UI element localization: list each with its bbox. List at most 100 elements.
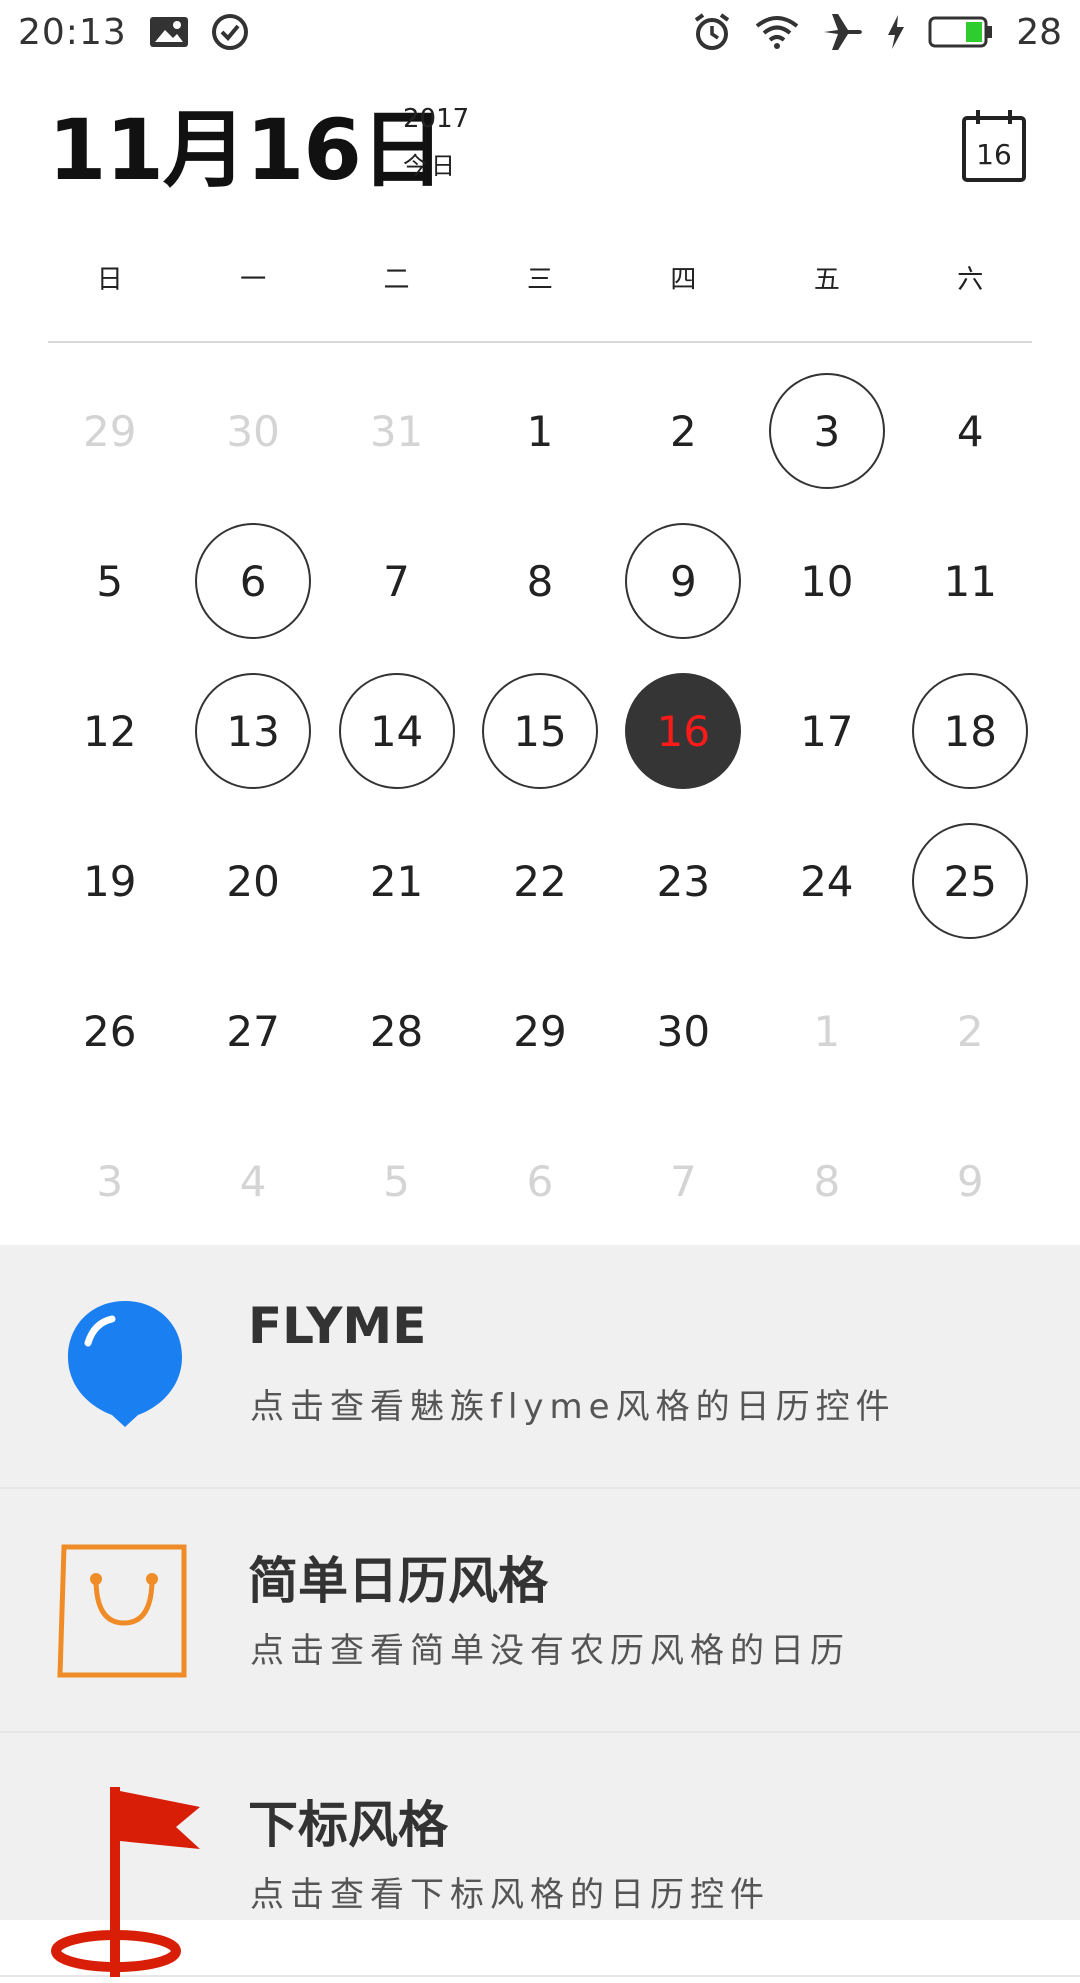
list-item-subtitle: 点击查看魅族flyme风格的日历控件 xyxy=(250,1387,896,1427)
image-notification-icon xyxy=(149,16,189,48)
day-cell[interactable]: 26 xyxy=(38,956,181,1106)
day-cell[interactable]: 25 xyxy=(899,806,1042,956)
day-cell[interactable]: 3 xyxy=(38,1106,181,1256)
day-number: 27 xyxy=(226,1006,280,1056)
week-row: 26 27 28 29 30 1 2 xyxy=(38,956,1042,1106)
calendar-icon-day: 16 xyxy=(976,138,1012,171)
day-cell[interactable]: 27 xyxy=(181,956,324,1106)
battery-percent: 28 xyxy=(1016,11,1062,53)
day-number: 3 xyxy=(96,1156,124,1206)
list-item-flyme[interactable]: FLYME 点击查看魅族flyme风格的日历控件 xyxy=(0,1245,1080,1489)
day-cell[interactable]: 31 xyxy=(325,356,468,506)
day-number: 8 xyxy=(813,1156,841,1206)
day-number: 4 xyxy=(239,1156,267,1206)
check-circle-icon xyxy=(211,13,249,51)
day-cell[interactable]: 1 xyxy=(755,956,898,1106)
shopping-bag-icon xyxy=(50,1535,200,1685)
day-cell[interactable]: 2 xyxy=(612,356,755,506)
wifi-icon xyxy=(754,14,800,50)
day-number: 3 xyxy=(768,373,885,489)
weekday-fri: 五 xyxy=(813,265,840,295)
day-cell[interactable]: 24 xyxy=(755,806,898,956)
day-number: 29 xyxy=(82,406,137,456)
list-item-title: FLYME xyxy=(248,1297,427,1355)
day-number: 1 xyxy=(526,406,554,456)
list-item-subtitle: 点击查看简单没有农历风格的日历 xyxy=(250,1631,850,1671)
calendar-icon: 16 xyxy=(962,110,1026,182)
week-row: 5 6 7 8 9 10 11 xyxy=(38,506,1042,656)
blue-balloon-icon xyxy=(50,1291,200,1441)
day-cell[interactable]: 4 xyxy=(181,1106,324,1256)
red-flag-icon xyxy=(50,1779,200,1977)
day-number: 8 xyxy=(526,556,554,606)
weekday-sat: 六 xyxy=(957,265,984,295)
day-cell[interactable]: 22 xyxy=(468,806,611,956)
day-cell[interactable]: 8 xyxy=(468,506,611,656)
airplane-icon xyxy=(822,12,864,52)
style-list: FLYME 点击查看魅族flyme风格的日历控件 简单日历风格 点击查看简单没有… xyxy=(0,1245,1080,1977)
list-item-title: 简单日历风格 xyxy=(248,1552,548,1610)
day-cell[interactable]: 2 xyxy=(899,956,1042,1106)
list-item-subscript[interactable]: 下标风格 点击查看下标风格的日历控件 xyxy=(0,1733,1080,1977)
day-cell[interactable]: 30 xyxy=(612,956,755,1106)
day-number: 10 xyxy=(800,556,854,606)
week-row: 29 30 31 1 2 3 4 xyxy=(38,356,1042,506)
go-to-today-button[interactable]: 16 xyxy=(958,108,1030,184)
day-cell[interactable]: 14 xyxy=(325,656,468,806)
day-cell[interactable]: 5 xyxy=(325,1106,468,1256)
today-day-number: 16 xyxy=(625,673,742,789)
week-row: 12 13 14 15 16 17 18 xyxy=(38,656,1042,806)
day-cell[interactable]: 20 xyxy=(181,806,324,956)
day-number: 9 xyxy=(956,1156,984,1206)
day-cell[interactable]: 17 xyxy=(755,656,898,806)
day-cell[interactable]: 18 xyxy=(899,656,1042,806)
day-cell[interactable]: 6 xyxy=(181,506,324,656)
day-number: 18 xyxy=(912,673,1029,789)
day-cell[interactable]: 4 xyxy=(899,356,1042,506)
day-cell[interactable]: 16 xyxy=(612,656,755,806)
day-cell[interactable]: 3 xyxy=(755,356,898,506)
day-cell[interactable]: 1 xyxy=(468,356,611,506)
day-number: 2 xyxy=(670,406,697,456)
day-cell[interactable]: 19 xyxy=(38,806,181,956)
day-cell[interactable]: 7 xyxy=(325,506,468,656)
day-cell[interactable]: 23 xyxy=(612,806,755,956)
day-cell[interactable]: 8 xyxy=(755,1106,898,1256)
day-number: 6 xyxy=(195,523,312,639)
list-item-title: 下标风格 xyxy=(248,1796,448,1854)
day-number: 5 xyxy=(383,1156,410,1206)
day-number: 12 xyxy=(82,706,137,756)
status-bar: 20:13 28 xyxy=(0,0,1080,64)
status-left: 20:13 xyxy=(18,12,249,53)
header-year: 2017 xyxy=(403,104,470,134)
battery-icon xyxy=(928,15,994,49)
day-number: 29 xyxy=(513,1006,567,1056)
day-cell[interactable]: 9 xyxy=(612,506,755,656)
weekday-mon: 一 xyxy=(240,265,267,295)
day-cell[interactable]: 7 xyxy=(612,1106,755,1256)
day-cell[interactable]: 28 xyxy=(325,956,468,1106)
day-cell[interactable]: 9 xyxy=(899,1106,1042,1256)
day-cell[interactable]: 29 xyxy=(38,356,181,506)
day-cell[interactable]: 30 xyxy=(181,356,324,506)
day-cell[interactable]: 12 xyxy=(38,656,181,806)
week-row: 3 4 5 6 7 8 9 xyxy=(38,1106,1042,1256)
day-cell[interactable]: 29 xyxy=(468,956,611,1106)
day-cell[interactable]: 11 xyxy=(899,506,1042,656)
day-cell[interactable]: 21 xyxy=(325,806,468,956)
calendar-header: 11月16日 2017 今日 16 xyxy=(48,100,1032,200)
day-number: 6 xyxy=(526,1156,554,1206)
day-number: 20 xyxy=(226,856,280,906)
list-item-simple[interactable]: 简单日历风格 点击查看简单没有农历风格的日历 xyxy=(0,1489,1080,1733)
day-cell[interactable]: 13 xyxy=(181,656,324,806)
day-number: 25 xyxy=(912,823,1029,939)
status-right: 28 xyxy=(692,12,1062,53)
day-cell[interactable]: 5 xyxy=(38,506,181,656)
day-cell[interactable]: 15 xyxy=(468,656,611,806)
day-cell[interactable]: 10 xyxy=(755,506,898,656)
header-today-label: 今日 xyxy=(403,152,459,180)
weekday-wed: 三 xyxy=(526,265,553,295)
day-cell[interactable]: 6 xyxy=(468,1106,611,1256)
day-number: 14 xyxy=(338,673,455,789)
month-grid: 29 30 31 1 2 3 4 5 6 7 8 9 10 11 12 13 14 15 16 17 18 19 20 21 2… xyxy=(38,356,1042,1256)
